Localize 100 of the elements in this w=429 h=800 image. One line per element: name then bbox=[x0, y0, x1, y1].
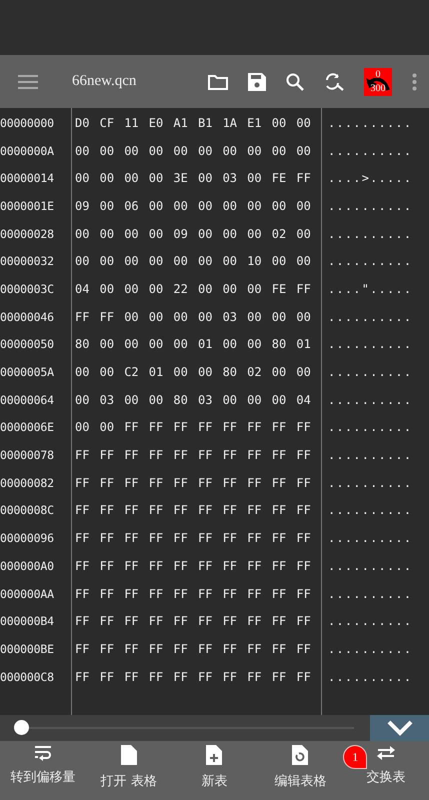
hex-byte[interactable]: FF bbox=[148, 614, 174, 628]
hex-byte[interactable]: FF bbox=[100, 448, 124, 462]
hex-byte[interactable]: FF bbox=[198, 531, 223, 546]
hex-byte[interactable]: 00 bbox=[75, 420, 100, 434]
hex-byte[interactable]: 00 bbox=[173, 144, 198, 158]
hex-byte[interactable]: 00 bbox=[198, 144, 223, 158]
hex-byte[interactable]: 00 bbox=[148, 392, 174, 407]
hex-byte[interactable]: 00 bbox=[173, 365, 198, 380]
hex-byte[interactable]: 00 bbox=[75, 144, 100, 158]
hex-byte[interactable]: FF bbox=[173, 420, 198, 434]
hex-byte[interactable]: 00 bbox=[148, 254, 174, 268]
hex-byte[interactable]: FF bbox=[148, 531, 174, 546]
hex-byte[interactable]: 00 bbox=[124, 144, 149, 158]
hex-byte[interactable]: C2 bbox=[124, 365, 149, 380]
hex-byte[interactable]: FF bbox=[75, 531, 100, 546]
hex-byte[interactable]: 00 bbox=[296, 116, 321, 130]
hex-byte[interactable]: 01 bbox=[296, 337, 321, 352]
hex-byte[interactable]: 80 bbox=[272, 337, 296, 352]
hex-byte[interactable]: 04 bbox=[75, 282, 100, 296]
hex-byte[interactable]: 00 bbox=[100, 365, 124, 380]
hex-byte[interactable]: FF bbox=[222, 448, 248, 462]
hex-byte[interactable]: 00 bbox=[296, 254, 321, 268]
hex-byte[interactable]: 01 bbox=[198, 337, 223, 352]
hex-byte[interactable]: 00 bbox=[148, 198, 174, 213]
hex-byte[interactable]: FF bbox=[75, 642, 100, 656]
hex-byte[interactable]: FF bbox=[296, 531, 321, 546]
hex-byte[interactable]: FF bbox=[173, 558, 198, 573]
hex-byte[interactable]: FF bbox=[173, 670, 198, 684]
hex-byte[interactable]: 00 bbox=[124, 171, 149, 186]
hex-byte[interactable]: FF bbox=[75, 670, 100, 684]
hex-byte[interactable]: 00 bbox=[247, 144, 272, 158]
hex-byte[interactable]: FF bbox=[148, 642, 174, 656]
hex-byte[interactable]: 09 bbox=[75, 198, 100, 213]
hex-byte[interactable]: 00 bbox=[222, 337, 248, 352]
hex-byte[interactable]: 00 bbox=[247, 198, 272, 213]
nav-button[interactable]: 打开 表格 bbox=[86, 745, 172, 800]
hex-byte[interactable]: FF bbox=[75, 503, 100, 518]
hex-byte[interactable]: 04 bbox=[296, 392, 321, 407]
collapse-button[interactable] bbox=[370, 715, 429, 741]
hex-byte[interactable]: FF bbox=[222, 614, 248, 628]
hex-byte[interactable]: FF bbox=[222, 531, 248, 546]
hex-byte[interactable]: FF bbox=[296, 642, 321, 656]
hex-byte[interactable]: FF bbox=[124, 558, 149, 573]
hex-byte[interactable]: 10 bbox=[247, 254, 272, 268]
hex-byte[interactable]: FF bbox=[247, 531, 272, 546]
hex-byte[interactable]: 09 bbox=[173, 226, 198, 241]
hex-byte[interactable]: FF bbox=[100, 614, 124, 628]
hex-byte[interactable]: FF bbox=[124, 670, 149, 684]
hex-byte[interactable]: 00 bbox=[100, 226, 124, 241]
hex-byte[interactable]: FF bbox=[296, 670, 321, 684]
hex-byte[interactable]: 00 bbox=[100, 282, 124, 296]
hex-byte[interactable]: FF bbox=[100, 531, 124, 546]
hex-byte[interactable]: 00 bbox=[173, 337, 198, 352]
hex-byte[interactable]: FF bbox=[272, 586, 296, 601]
hex-byte[interactable]: FE bbox=[272, 171, 296, 186]
hex-byte[interactable]: FF bbox=[173, 531, 198, 546]
hex-byte[interactable]: FF bbox=[296, 476, 321, 490]
hex-byte[interactable]: 00 bbox=[148, 337, 174, 352]
hex-byte[interactable]: FF bbox=[148, 448, 174, 462]
hex-byte[interactable]: 00 bbox=[124, 392, 149, 407]
hex-byte[interactable]: FF bbox=[272, 476, 296, 490]
hex-byte[interactable]: FF bbox=[296, 171, 321, 186]
hex-byte[interactable]: FF bbox=[296, 586, 321, 601]
hex-byte[interactable]: 03 bbox=[222, 310, 248, 324]
hex-byte[interactable]: FF bbox=[75, 448, 100, 462]
search-icon[interactable] bbox=[286, 72, 304, 90]
hex-byte[interactable]: 00 bbox=[247, 171, 272, 186]
hex-byte[interactable]: 00 bbox=[100, 420, 124, 434]
hex-byte[interactable]: 00 bbox=[173, 254, 198, 268]
hex-byte[interactable]: FF bbox=[198, 420, 223, 434]
hex-byte[interactable]: 00 bbox=[296, 144, 321, 158]
hex-byte[interactable]: FF bbox=[296, 614, 321, 628]
hex-byte[interactable]: 1A bbox=[222, 116, 248, 130]
hex-byte[interactable]: 11 bbox=[124, 116, 149, 130]
hex-byte[interactable]: 00 bbox=[198, 365, 223, 380]
more-icon[interactable] bbox=[412, 72, 417, 90]
hex-byte[interactable]: B1 bbox=[198, 116, 223, 130]
hex-byte[interactable]: FF bbox=[124, 503, 149, 518]
hex-byte[interactable]: FE bbox=[272, 282, 296, 296]
nav-button[interactable]: 编辑表格 bbox=[257, 745, 344, 800]
hex-byte[interactable]: FF bbox=[222, 420, 248, 434]
hex-byte[interactable]: FF bbox=[272, 420, 296, 434]
nav-button[interactable]: 转到偏移量 bbox=[0, 745, 86, 800]
hex-byte[interactable]: 00 bbox=[124, 282, 149, 296]
hex-byte[interactable]: 00 bbox=[198, 226, 223, 241]
hex-byte[interactable]: 02 bbox=[272, 226, 296, 241]
hex-byte[interactable]: FF bbox=[75, 476, 100, 490]
hex-byte[interactable]: FF bbox=[247, 503, 272, 518]
hex-byte[interactable]: FF bbox=[272, 448, 296, 462]
hex-byte[interactable]: 00 bbox=[124, 226, 149, 241]
hex-byte[interactable]: 00 bbox=[272, 116, 296, 130]
hex-byte[interactable]: FF bbox=[198, 670, 223, 684]
hex-byte[interactable]: 00 bbox=[75, 392, 100, 407]
hex-byte[interactable]: CF bbox=[100, 116, 124, 130]
hex-byte[interactable]: FF bbox=[272, 670, 296, 684]
hex-byte[interactable]: 00 bbox=[222, 282, 248, 296]
hex-byte[interactable]: FF bbox=[272, 503, 296, 518]
hex-byte[interactable]: 00 bbox=[124, 337, 149, 352]
hex-byte[interactable]: 00 bbox=[247, 282, 272, 296]
hex-byte[interactable]: 00 bbox=[173, 198, 198, 213]
